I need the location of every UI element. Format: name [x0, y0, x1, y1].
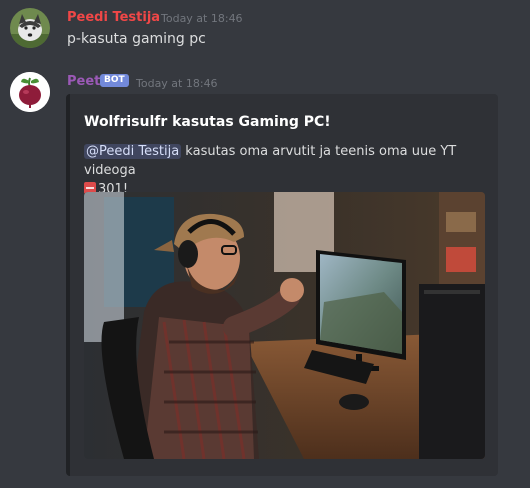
- embed-description: @Peedi Testija kasutas oma arvutit ja te…: [84, 142, 484, 199]
- bot-username[interactable]: Peet: [67, 74, 100, 89]
- username[interactable]: Peedi Testija: [67, 10, 160, 25]
- gamer-at-pc-photo[interactable]: [84, 192, 485, 459]
- beetroot-avatar[interactable]: [10, 72, 50, 112]
- timestamp: Today at 18:46: [161, 12, 243, 25]
- husky-dog-avatar[interactable]: [10, 8, 50, 48]
- message-content: p-kasuta gaming pc: [67, 31, 206, 47]
- timestamp: Today at 18:46: [136, 77, 218, 90]
- bot-tag: BOT: [100, 74, 129, 87]
- embed: Wolfrisulfr kasutas Gaming PC! @Peedi Te…: [66, 94, 498, 476]
- user-mention[interactable]: @Peedi Testija: [84, 144, 182, 159]
- embed-title: Wolfrisulfr kasutas Gaming PC!: [84, 114, 331, 130]
